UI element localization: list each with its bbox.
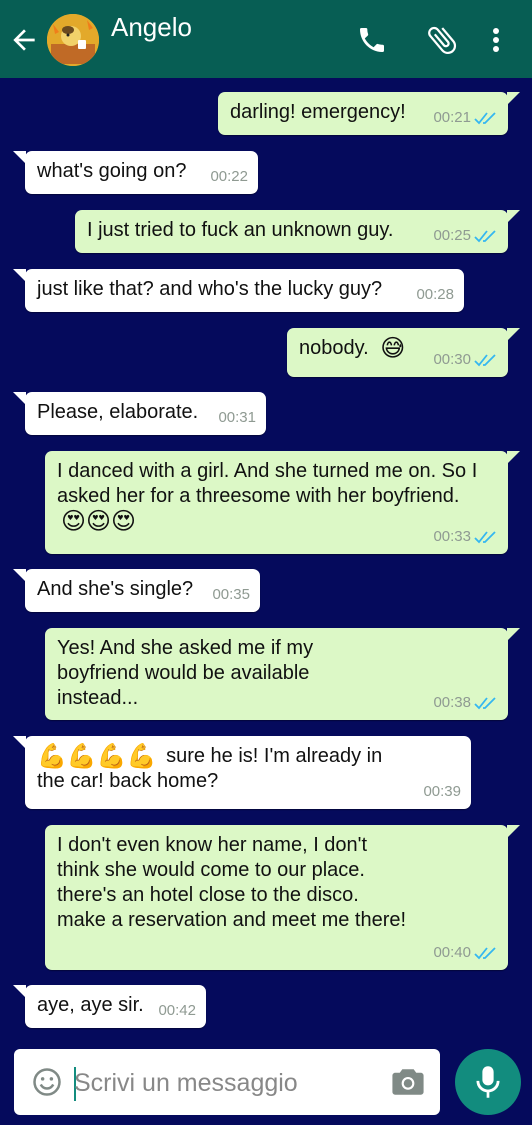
message-text: aye, aye sir. [37, 994, 144, 1016]
message-time: 00:28 [416, 286, 454, 303]
message-incoming[interactable]: And she's single? 00:35 [13, 569, 260, 612]
message-time: 00:40 [433, 944, 471, 961]
message-time: 00:35 [212, 586, 250, 603]
message-outgoing[interactable]: I danced with a girl. And she turned me … [45, 451, 520, 554]
message-time: 00:30 [433, 351, 471, 368]
message-time: 00:25 [433, 227, 471, 244]
contact-name[interactable]: Angelo [111, 12, 192, 43]
message-text: Please, elaborate. [37, 401, 199, 423]
mic-icon [476, 1066, 500, 1098]
message-text: I just tried to fuck an unknown guy. [87, 219, 394, 241]
message-text: what's going on? [37, 160, 187, 182]
heart-eyes-emoji-icon: 😍😍😍 [61, 508, 137, 536]
phone-icon[interactable] [356, 24, 388, 56]
read-ticks-icon [474, 353, 496, 366]
message-text: just like that? and who's the lucky guy? [37, 278, 383, 300]
camera-icon[interactable] [391, 1066, 425, 1098]
read-ticks-icon [474, 946, 496, 959]
message-list[interactable]: darling! emergency! 00:21 what's going o… [0, 78, 532, 1042]
back-arrow-icon[interactable] [8, 24, 40, 56]
read-ticks-icon [474, 111, 496, 124]
message-time: 00:39 [423, 783, 461, 800]
read-ticks-icon [474, 530, 496, 543]
sweat-smile-emoji-icon: 😅 [380, 335, 406, 363]
message-time: 00:38 [433, 694, 471, 711]
more-vert-icon[interactable] [484, 24, 508, 56]
message-text: I don't even know her name, I don't thin… [57, 834, 407, 931]
message-outgoing[interactable]: I just tried to fuck an unknown guy. 00:… [75, 210, 520, 253]
smiley-icon[interactable] [32, 1067, 62, 1097]
message-incoming[interactable]: aye, aye sir. 00:42 [13, 985, 206, 1028]
message-incoming[interactable]: Please, elaborate. 00:31 [13, 392, 266, 435]
message-outgoing[interactable]: darling! emergency! 00:21 [218, 92, 520, 135]
chat-header: Angelo [0, 0, 532, 78]
message-time: 00:42 [158, 1002, 196, 1019]
message-incoming[interactable]: 💪💪💪💪 sure he is! I'm already in the car!… [13, 736, 471, 809]
message-outgoing[interactable]: I don't even know her name, I don't thin… [45, 825, 520, 970]
message-incoming[interactable]: just like that? and who's the lucky guy?… [13, 269, 464, 312]
read-ticks-icon [474, 229, 496, 242]
message-text: darling! emergency! [230, 101, 406, 123]
message-text: I danced with a girl. And she turned me … [57, 460, 483, 507]
flexed-biceps-emoji-icon: 💪💪💪💪 [37, 743, 157, 771]
voice-record-button[interactable] [455, 1049, 521, 1115]
message-input[interactable] [74, 1063, 384, 1103]
message-time: 00:33 [433, 528, 471, 545]
message-outgoing[interactable]: Yes! And she asked me if my boyfriend wo… [45, 628, 520, 720]
message-time: 00:31 [218, 409, 256, 426]
message-text: Yes! And she asked me if my boyfriend wo… [57, 637, 319, 709]
message-time: 00:21 [433, 109, 471, 126]
message-incoming[interactable]: what's going on? 00:22 [13, 151, 258, 194]
message-outgoing[interactable]: nobody. 😅 00:30 [287, 328, 520, 377]
avatar-image [47, 14, 99, 66]
message-composer [14, 1049, 440, 1115]
avatar[interactable] [47, 14, 99, 66]
message-text: And she's single? [37, 578, 194, 600]
message-text: nobody. [299, 337, 369, 359]
read-ticks-icon [474, 696, 496, 709]
paperclip-icon[interactable] [424, 22, 460, 58]
message-time: 00:22 [210, 168, 248, 185]
